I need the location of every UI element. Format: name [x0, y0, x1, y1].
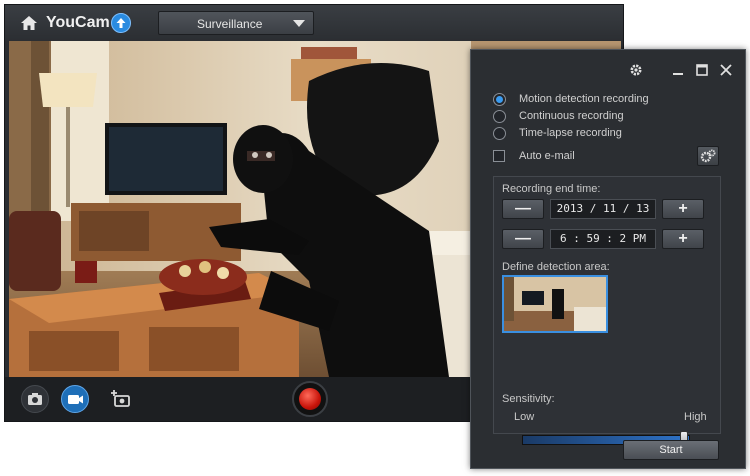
snapshot-button[interactable]	[21, 385, 49, 413]
home-icon[interactable]	[20, 15, 38, 31]
minimize-icon[interactable]	[671, 63, 685, 77]
continuous-recording-radio[interactable]	[493, 110, 506, 123]
email-settings-button[interactable]	[697, 146, 719, 166]
detection-area-thumbnail[interactable]	[502, 275, 608, 333]
app-title: YouCam	[46, 14, 110, 31]
date-increment-button[interactable]: +	[662, 199, 704, 219]
time-increment-button[interactable]: +	[662, 229, 704, 249]
motion-detection-radio[interactable]	[493, 93, 506, 106]
gears-icon	[700, 149, 716, 163]
date-field[interactable]: 2013 / 11 / 13	[550, 199, 656, 219]
upgrade-icon[interactable]	[111, 13, 131, 33]
time-lapse-radio[interactable]	[493, 127, 506, 140]
add-effect-button[interactable]	[107, 385, 135, 413]
sensitivity-low-label: Low	[514, 411, 535, 423]
camera-icon	[28, 393, 42, 405]
mode-dropdown-value: Surveillance	[197, 17, 263, 31]
continuous-recording-label: Continuous recording	[519, 110, 624, 122]
close-icon[interactable]	[719, 63, 733, 77]
date-decrement-button[interactable]: —	[502, 199, 544, 219]
sensitivity-high-label: High	[684, 411, 707, 423]
time-field[interactable]: 6 : 59 : 2 PM	[550, 229, 656, 249]
auto-email-label: Auto e-mail	[519, 150, 575, 162]
start-button[interactable]: Start	[623, 440, 719, 460]
detection-area-label: Define detection area:	[502, 261, 610, 273]
auto-email-checkbox[interactable]	[493, 150, 505, 162]
gear-icon[interactable]	[629, 63, 643, 77]
video-mode-button[interactable]	[61, 385, 89, 413]
video-camera-icon	[68, 395, 83, 404]
record-button[interactable]	[292, 381, 328, 417]
sensitivity-label: Sensitivity:	[502, 393, 555, 405]
recording-settings-panel: Recording end time: — 2013 / 11 / 13 + —…	[493, 176, 721, 449]
motion-detection-label: Motion detection recording	[519, 93, 649, 105]
record-icon	[299, 388, 321, 410]
time-lapse-label: Time-lapse recording	[519, 127, 622, 139]
recording-end-time-label: Recording end time:	[502, 183, 601, 195]
title-bar: YouCam Surveillance	[5, 5, 623, 41]
chevron-down-icon	[293, 20, 305, 27]
time-decrement-button[interactable]: —	[502, 229, 544, 249]
surveillance-settings-dialog: Motion detection recording Continuous re…	[470, 49, 746, 469]
maximize-icon[interactable]	[695, 63, 709, 77]
mode-dropdown[interactable]: Surveillance	[158, 11, 314, 35]
camera-plus-icon	[111, 390, 130, 407]
